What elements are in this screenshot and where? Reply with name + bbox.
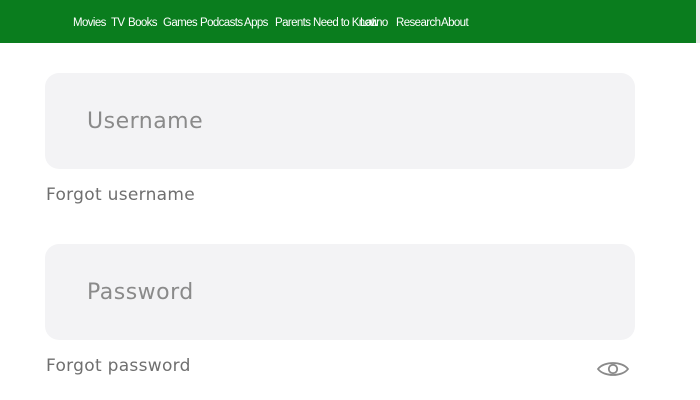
nav-item-parents-need-to-know[interactable]: Parents Need to Know (275, 13, 379, 31)
password-input[interactable] (45, 244, 635, 340)
forgot-username-link[interactable]: Forgot username (46, 185, 195, 205)
eye-pupil (607, 363, 619, 375)
nav-menu: Movies TV Books Games Podcasts Apps Pare… (73, 0, 471, 43)
forgot-password-link[interactable]: Forgot password (46, 356, 191, 376)
nav-item-tv[interactable]: TV (111, 13, 128, 31)
username-input[interactable] (45, 73, 635, 169)
nav-item-games[interactable]: Games (163, 13, 200, 31)
nav-item-research[interactable]: Research (396, 13, 441, 31)
eye-icon[interactable] (596, 360, 630, 378)
nav-item-books[interactable]: Books (128, 13, 163, 31)
nav-item-podcasts[interactable]: Podcasts (200, 13, 244, 31)
nav-item-apps[interactable]: Apps (244, 13, 275, 31)
nav-item-about[interactable]: About (441, 13, 471, 31)
top-navigation-bar: Movies TV Books Games Podcasts Apps Pare… (0, 0, 700, 43)
nav-item-movies[interactable]: Movies (73, 13, 111, 31)
nav-item-latino[interactable]: Latino (360, 13, 396, 31)
